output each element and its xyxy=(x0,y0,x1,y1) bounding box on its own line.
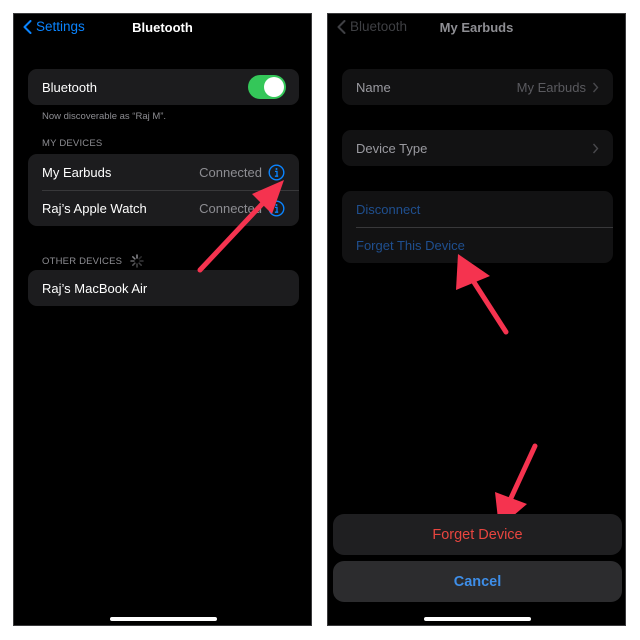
forget-device-confirm-button[interactable]: Forget Device xyxy=(333,514,622,555)
bluetooth-toggle[interactable] xyxy=(248,75,286,99)
name-value: My Earbuds xyxy=(516,79,586,95)
device-status: Connected xyxy=(199,164,262,180)
my-devices-list: My Earbuds Connected Raj’s Apple Watch C… xyxy=(28,154,299,226)
chevron-right-icon xyxy=(592,143,599,153)
chevron-right-icon xyxy=(592,82,599,92)
cancel-button[interactable]: Cancel xyxy=(333,561,622,602)
device-row-my-earbuds[interactable]: My Earbuds Connected xyxy=(28,154,299,190)
spinner-icon xyxy=(130,254,144,268)
discoverable-note: Now discoverable as “Raj M”. xyxy=(42,111,167,122)
forget-this-device-label: Forget This Device xyxy=(356,237,465,253)
bluetooth-settings-screen: Settings Bluetooth Bluetooth Now discove… xyxy=(13,13,312,626)
page-title: My Earbuds xyxy=(439,20,514,35)
nav-bar: Bluetooth My Earbuds xyxy=(328,14,625,44)
other-devices-header: OTHER DEVICES xyxy=(42,254,144,268)
device-name: Raj’s MacBook Air xyxy=(42,280,148,296)
device-type-label: Device Type xyxy=(356,140,428,156)
disconnect-label: Disconnect xyxy=(356,201,421,217)
toggle-knob xyxy=(264,77,284,97)
device-name: Raj’s Apple Watch xyxy=(42,200,147,216)
other-devices-list: Raj’s MacBook Air xyxy=(28,270,299,306)
home-indicator xyxy=(110,617,217,621)
nav-bar: Settings Bluetooth xyxy=(14,14,311,44)
info-icon[interactable] xyxy=(268,199,285,217)
other-devices-header-label: OTHER DEVICES xyxy=(42,255,123,267)
device-row-macbook-air[interactable]: Raj’s MacBook Air xyxy=(28,270,299,306)
page-title: Bluetooth xyxy=(132,20,193,35)
device-detail-screen: Bluetooth My Earbuds Name My Earbuds Dev… xyxy=(327,13,626,626)
home-indicator xyxy=(424,617,531,621)
device-actions-card: Disconnect Forget This Device xyxy=(342,191,613,263)
disconnect-button[interactable]: Disconnect xyxy=(342,191,613,227)
bluetooth-toggle-card: Bluetooth xyxy=(28,69,299,105)
my-devices-header-label: MY DEVICES xyxy=(42,138,103,149)
my-devices-header: MY DEVICES xyxy=(42,138,102,149)
name-label: Name xyxy=(356,79,391,95)
forget-this-device-button[interactable]: Forget This Device xyxy=(342,227,613,263)
info-icon[interactable] xyxy=(268,163,285,181)
device-row-apple-watch[interactable]: Raj’s Apple Watch Connected xyxy=(28,190,299,226)
name-row[interactable]: Name My Earbuds xyxy=(342,69,613,105)
device-status: Connected xyxy=(199,200,262,216)
bluetooth-row: Bluetooth xyxy=(28,69,299,105)
device-type-row[interactable]: Device Type xyxy=(342,130,613,166)
name-card: Name My Earbuds xyxy=(342,69,613,105)
device-name: My Earbuds xyxy=(42,164,112,180)
device-type-card: Device Type xyxy=(342,130,613,166)
